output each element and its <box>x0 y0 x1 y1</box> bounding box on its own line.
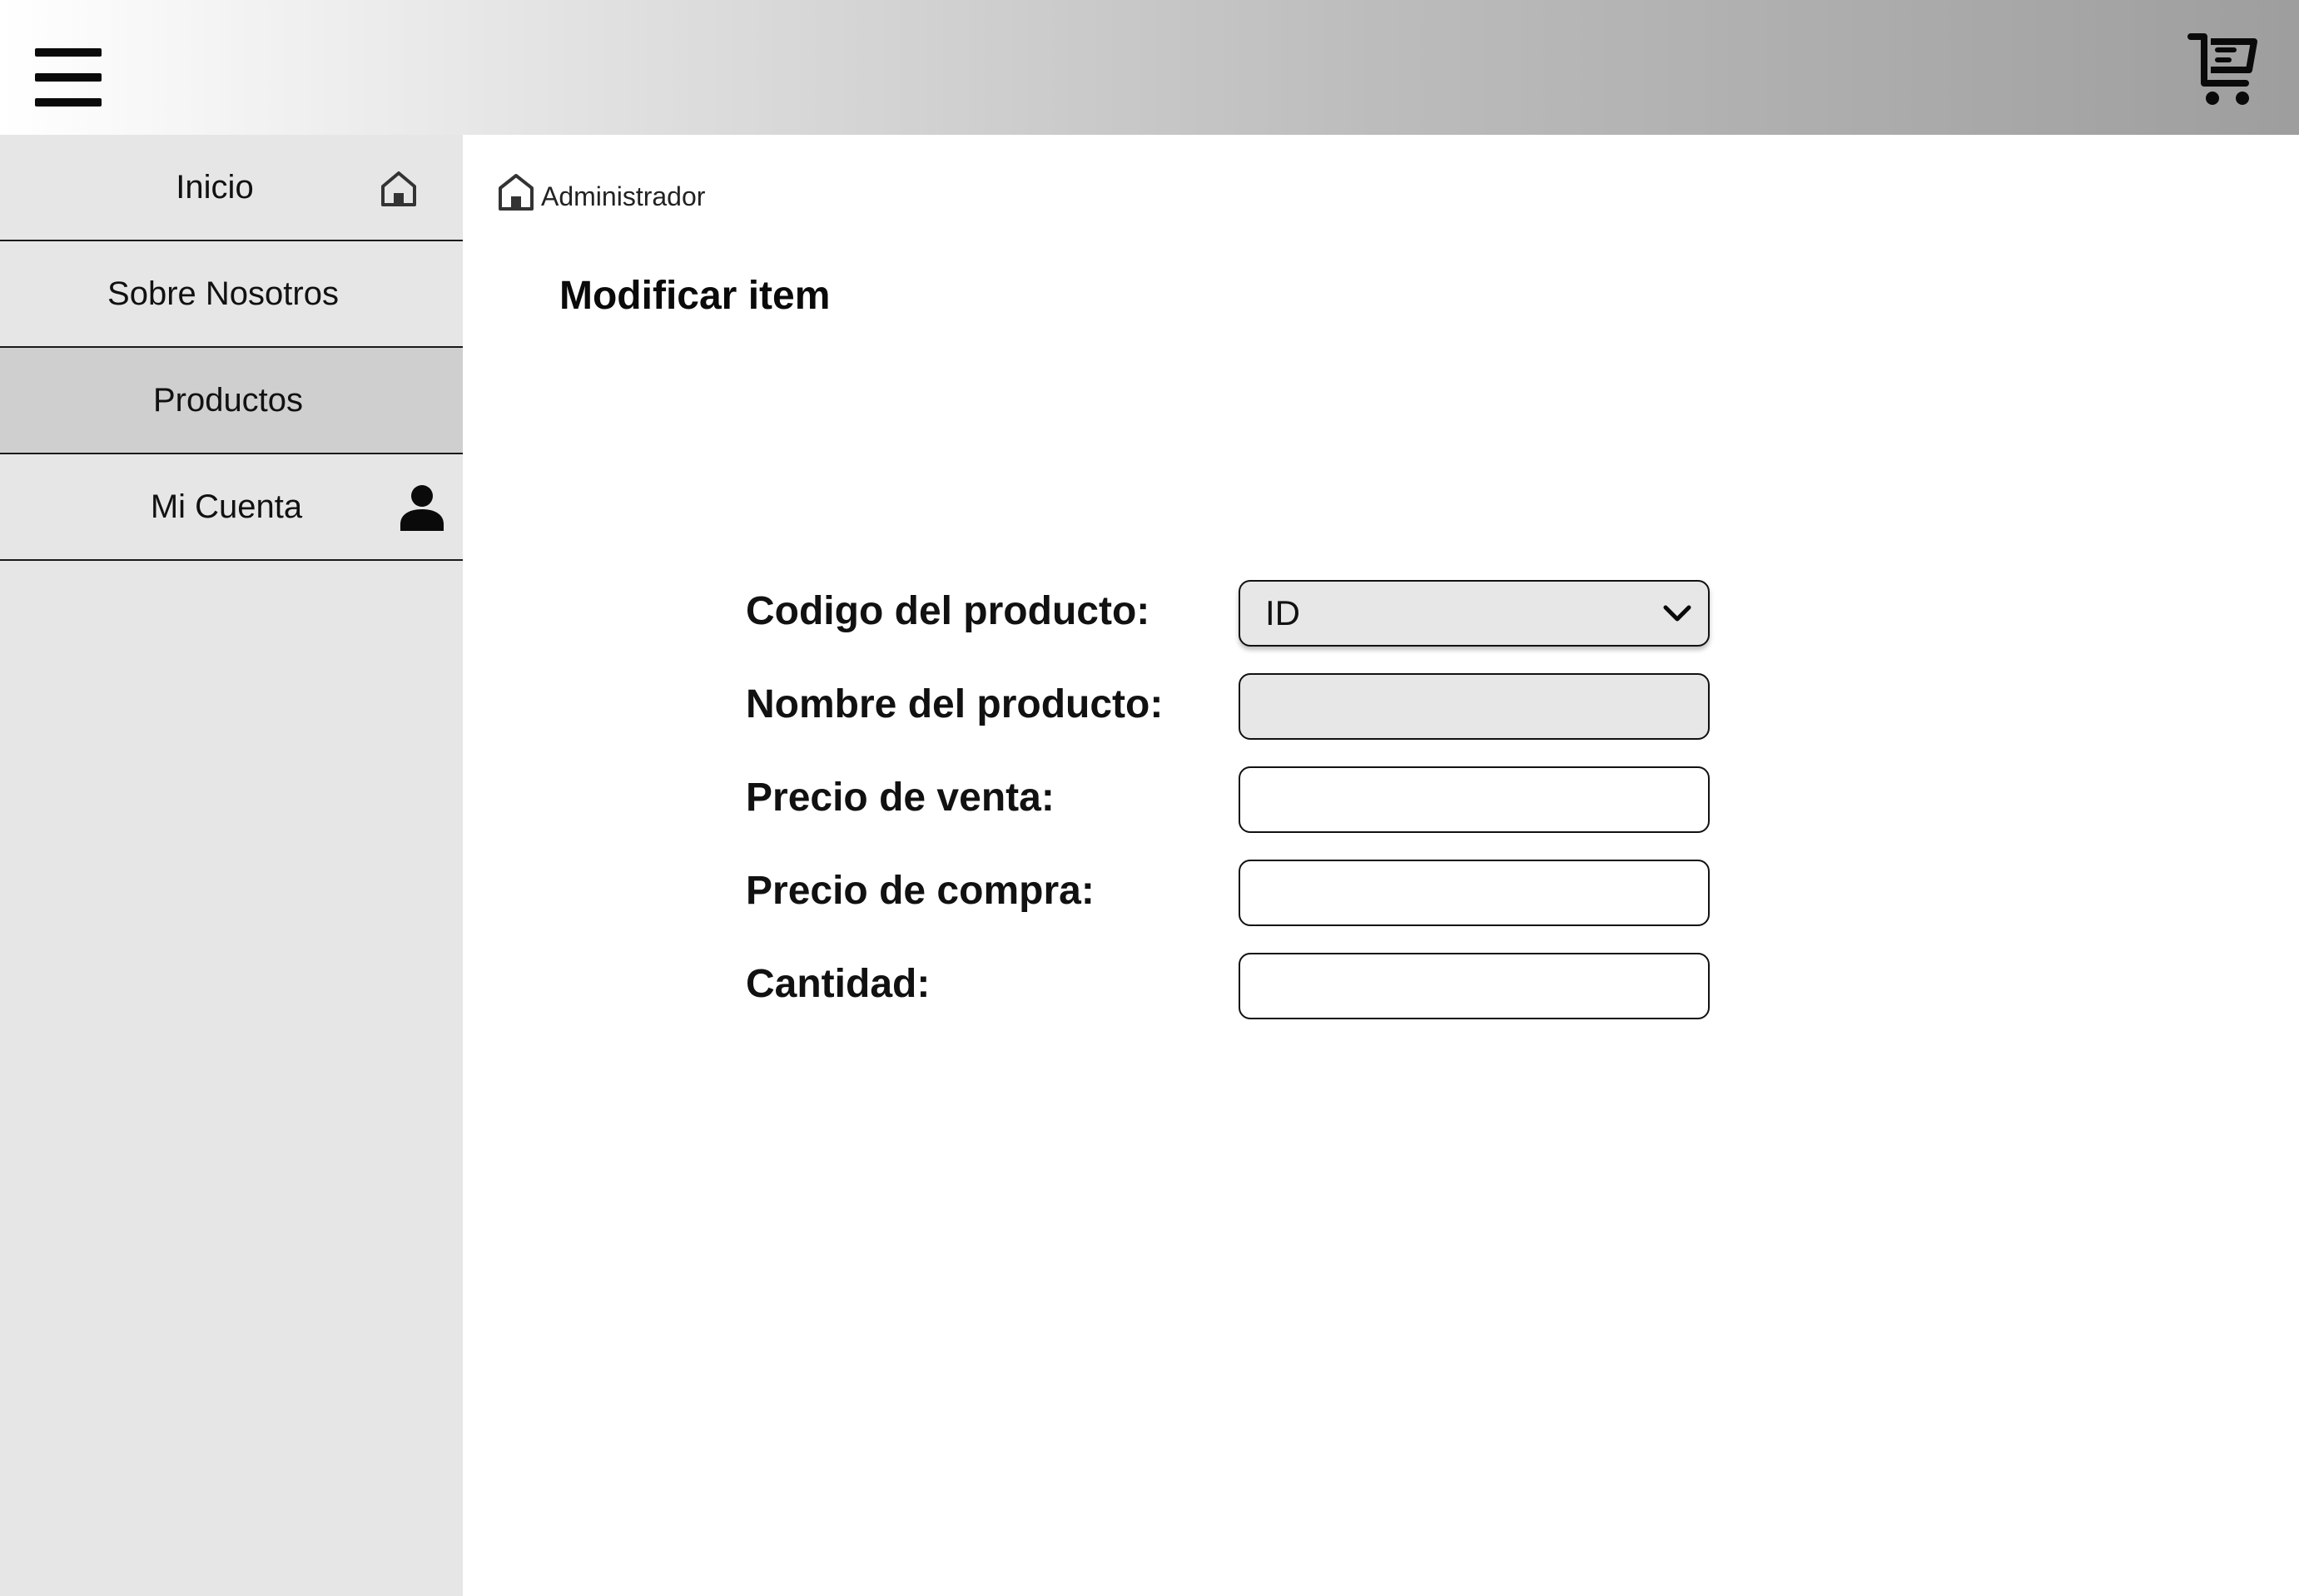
sidebar-item-label: Inicio <box>176 169 254 206</box>
precio-venta-field[interactable] <box>1239 766 1710 833</box>
breadcrumb-label: Administrador <box>541 181 706 211</box>
sidebar-item-productos[interactable]: Productos <box>0 348 463 454</box>
precio-compra-field[interactable] <box>1239 860 1710 926</box>
codigo-label: Codigo del producto: <box>746 589 1150 633</box>
sidebar-item-inicio[interactable]: Inicio <box>0 135 463 241</box>
nombre-label: Nombre del producto: <box>746 682 1164 726</box>
shopping-cart-icon[interactable] <box>2187 32 2261 108</box>
sidebar-item-label: Sobre Nosotros <box>107 275 339 312</box>
codigo-select-value: ID <box>1265 593 1300 632</box>
nombre-field[interactable] <box>1239 673 1710 740</box>
sidebar-item-mi-cuenta[interactable]: Mi Cuenta <box>0 454 463 561</box>
top-bar <box>0 0 2299 135</box>
cantidad-label: Cantidad: <box>746 962 931 1006</box>
page-title: Modificar item <box>559 274 831 318</box>
sidebar: Inicio Sobre Nosotros Productos Mi Cuent… <box>0 135 463 1596</box>
cantidad-field[interactable] <box>1239 953 1710 1019</box>
sidebar-item-label: Productos <box>152 382 304 419</box>
user-icon <box>398 483 446 535</box>
hamburger-menu-icon[interactable] <box>35 48 102 107</box>
home-icon <box>498 173 534 216</box>
sidebar-item-sobre-nosotros[interactable]: Sobre Nosotros <box>0 241 463 348</box>
precio-compra-label: Precio de compra: <box>746 869 1095 913</box>
codigo-select[interactable]: ID <box>1239 580 1710 647</box>
precio-venta-label: Precio de venta: <box>746 776 1055 820</box>
sidebar-item-label: Mi Cuenta <box>150 488 303 525</box>
home-icon <box>380 170 418 212</box>
chevron-down-icon <box>1663 605 1691 627</box>
